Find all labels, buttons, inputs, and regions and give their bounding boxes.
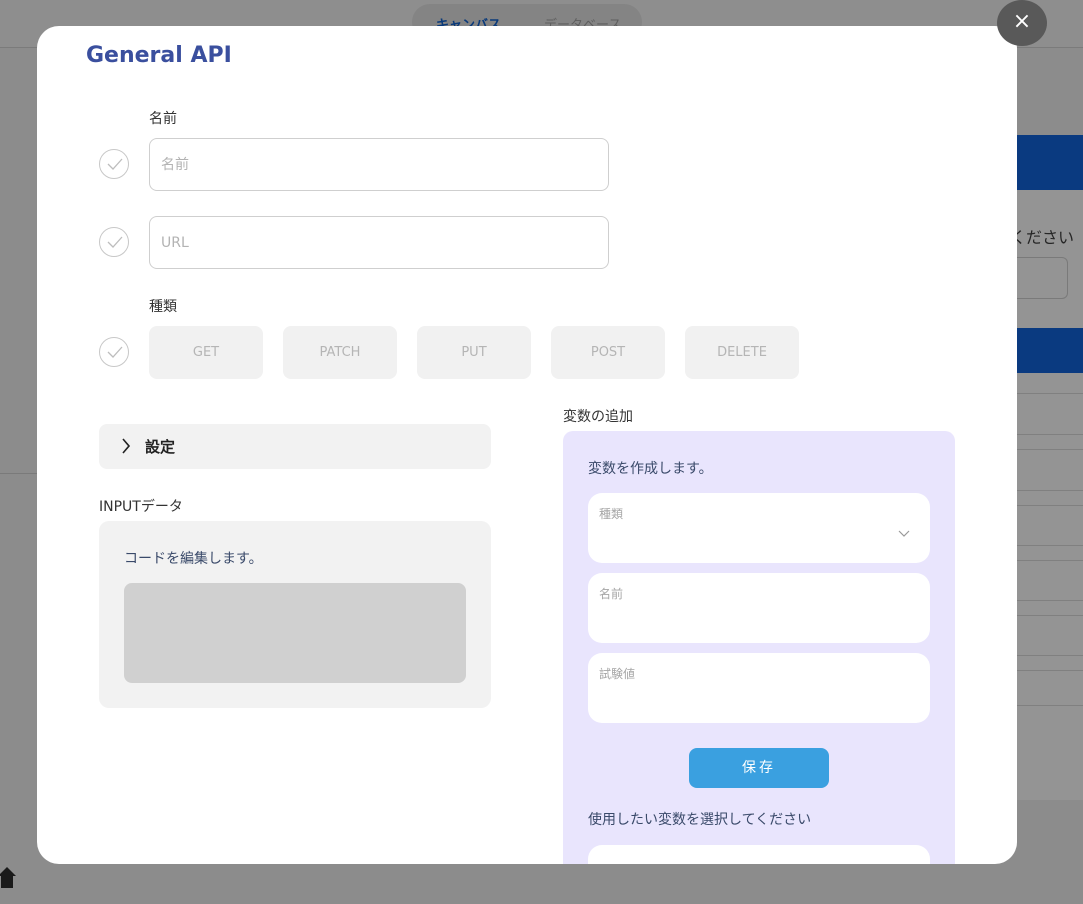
name-label: 名前 [149, 111, 177, 127]
code-editor[interactable] [124, 583, 466, 683]
method-get-button[interactable]: GET [149, 326, 263, 379]
type-check-icon [99, 337, 129, 367]
background-blue-bar [1017, 135, 1083, 190]
background-divider [1017, 615, 1083, 616]
background-side-input [1017, 257, 1068, 299]
settings-accordion[interactable]: 設定 [99, 424, 491, 469]
name-input[interactable] [149, 138, 609, 191]
background-blue-button [1017, 328, 1083, 373]
variable-name-field[interactable]: 名前 [588, 573, 930, 643]
variable-name-label: 名前 [599, 587, 624, 601]
variables-label: 変数の追加 [563, 409, 633, 425]
variable-type-select[interactable]: 種類 [588, 493, 930, 563]
variable-type-label: 種類 [599, 507, 624, 521]
background-divider [1017, 670, 1083, 671]
background-divider [1017, 705, 1083, 706]
method-patch-button[interactable]: PATCH [283, 326, 397, 379]
general-api-modal: General API 名前 種類 GET PATCH PUT POST DEL… [37, 26, 1017, 864]
background-divider [1017, 490, 1083, 491]
home-icon[interactable] [0, 864, 16, 890]
input-data-hint: コードを編集します。 [124, 551, 263, 567]
settings-label: 設定 [145, 438, 176, 456]
background-divider [0, 473, 37, 474]
background-divider [1017, 560, 1083, 561]
background-divider [1017, 434, 1083, 435]
background-side-text: ください [1010, 228, 1075, 247]
background-divider [1017, 393, 1083, 394]
background-divider [1017, 449, 1083, 450]
variables-panel: 変数を作成します。 種類 名前 試験値 保存 使用したい変数を選択してください [563, 431, 955, 864]
method-delete-button[interactable]: DELETE [685, 326, 799, 379]
name-check-icon [99, 149, 129, 179]
url-input[interactable] [149, 216, 609, 269]
background-divider [1017, 600, 1083, 601]
background-divider [1017, 655, 1083, 656]
save-button[interactable]: 保存 [689, 748, 829, 788]
url-check-icon [99, 227, 129, 257]
background-divider [1017, 545, 1083, 546]
close-button[interactable]: × [997, 0, 1047, 46]
type-label: 種類 [149, 299, 177, 315]
variable-test-value-label: 試験値 [599, 667, 636, 681]
variables-hint: 変数を作成します。 [588, 461, 713, 477]
method-post-button[interactable]: POST [551, 326, 665, 379]
method-put-button[interactable]: PUT [417, 326, 531, 379]
input-data-panel: コードを編集します。 [99, 521, 491, 708]
variable-select[interactable] [588, 845, 930, 864]
chevron-down-icon [898, 530, 910, 537]
chevron-right-icon [122, 438, 131, 454]
variable-select-hint: 使用したい変数を選択してください [588, 812, 812, 828]
background-divider [1017, 505, 1083, 506]
variable-test-value-field[interactable]: 試験値 [588, 653, 930, 723]
modal-title: General API [86, 43, 232, 68]
input-data-label: INPUTデータ [99, 499, 183, 515]
